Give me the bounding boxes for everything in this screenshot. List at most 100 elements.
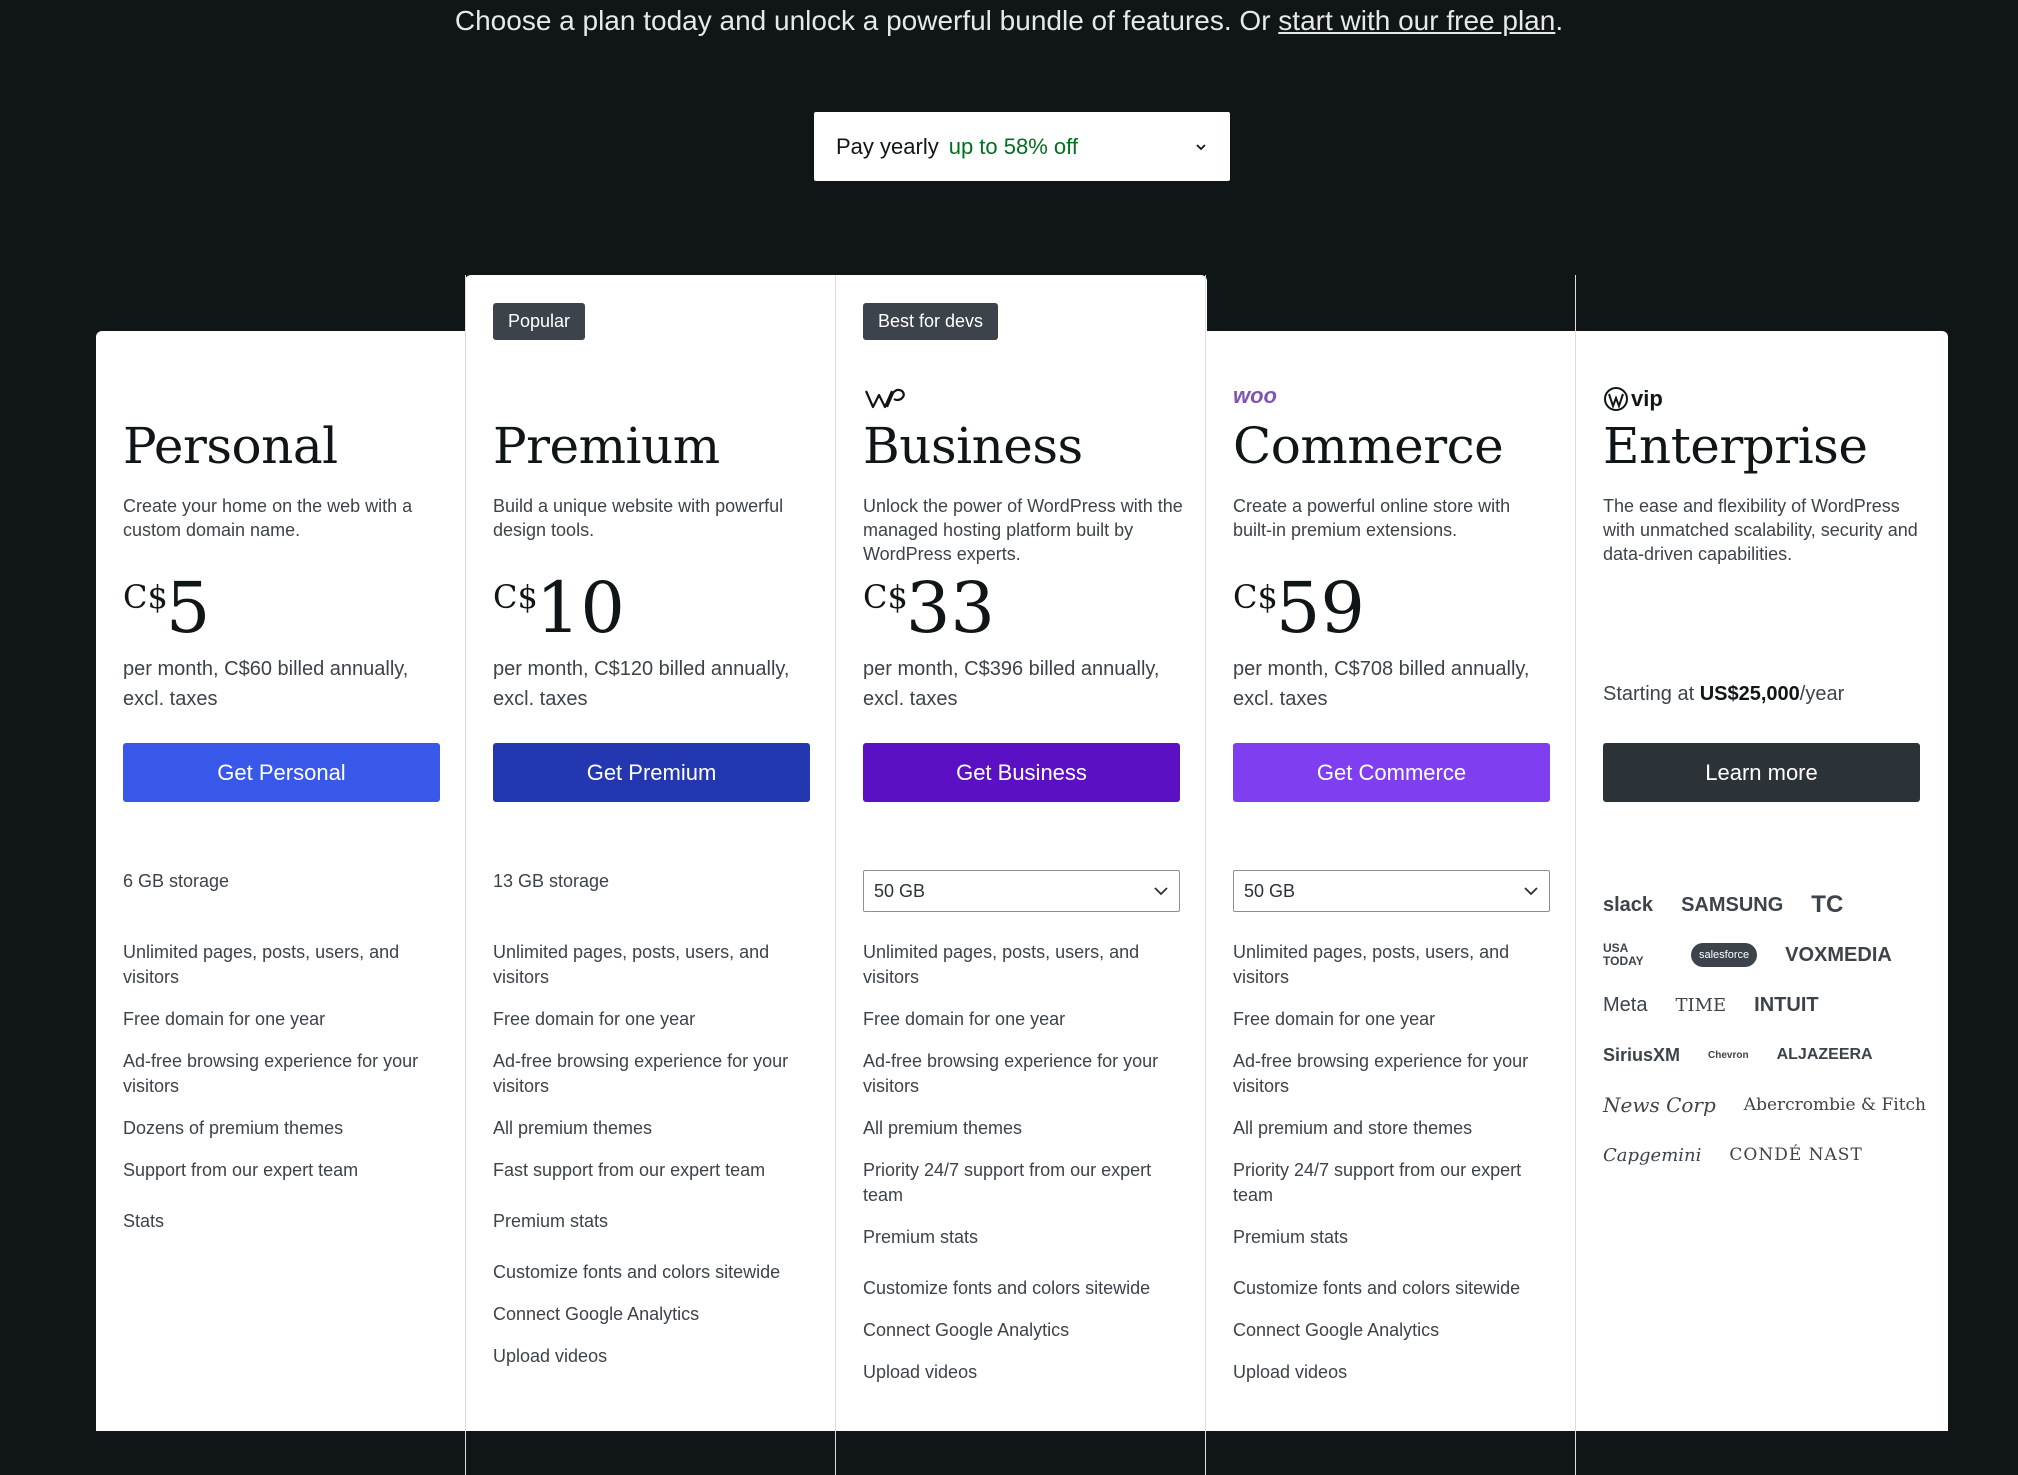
price-currency: C$ bbox=[863, 578, 908, 616]
customer-logos: slack SAMSUNG TC USA TODAY salesforce VO… bbox=[1603, 880, 1926, 1180]
best-for-devs-badge: Best for devs bbox=[863, 303, 999, 340]
billing-note: per month, C$396 billed annually, excl. … bbox=[863, 658, 1160, 710]
list-item: Dozens of premium themes bbox=[123, 1118, 344, 1138]
usa-today-logo: USA TODAY bbox=[1603, 941, 1644, 968]
storage-amount: 6 GB storage bbox=[123, 871, 230, 891]
plan-column-premium: Popular Premium Build a unique website w… bbox=[465, 275, 835, 1475]
plan-description: The ease and flexibility of WordPress wi… bbox=[1603, 496, 1918, 564]
list-item: Upload videos bbox=[1233, 1362, 1348, 1382]
chevron-down-icon bbox=[1524, 887, 1538, 896]
list-item: Free domain for one year bbox=[863, 1009, 1066, 1029]
list-item: Unlimited pages, posts, users, and visit… bbox=[493, 942, 770, 987]
billing-period-select[interactable]: Pay yearly up to 58% off bbox=[814, 112, 1230, 181]
storage-select-value: 50 GB bbox=[1244, 880, 1296, 901]
list-item: Unlimited pages, posts, users, and visit… bbox=[1233, 942, 1510, 987]
feature-list: Unlimited pages, posts, users, and visit… bbox=[123, 940, 443, 1251]
price-amount: 33 bbox=[905, 567, 995, 649]
list-item: Premium stats bbox=[863, 1227, 979, 1247]
plan-column-enterprise: vip Enterprise The ease and flexibility … bbox=[1575, 275, 1945, 1475]
list-item: Upload videos bbox=[863, 1362, 978, 1382]
list-item: Premium stats bbox=[493, 1211, 609, 1231]
plan-column-business: Best for devs Business Unlock the power … bbox=[835, 275, 1205, 1475]
list-item: Free domain for one year bbox=[123, 1009, 326, 1029]
get-commerce-button[interactable]: Get Commerce bbox=[1233, 743, 1550, 802]
billing-note: per month, C$60 billed annually, excl. t… bbox=[123, 658, 409, 710]
price-currency: C$ bbox=[123, 578, 168, 616]
free-plan-link[interactable]: start with our free plan bbox=[1278, 5, 1555, 36]
list-item: All premium themes bbox=[493, 1118, 653, 1138]
plan-name: Personal bbox=[123, 417, 338, 475]
wordpress-logo-icon bbox=[864, 388, 905, 409]
starting-label: Starting at bbox=[1603, 683, 1700, 705]
list-item: Unlimited pages, posts, users, and visit… bbox=[863, 942, 1140, 987]
plan-description: Create your home on the web with a custo… bbox=[123, 496, 413, 540]
list-item: Ad-free browsing experience for your vis… bbox=[863, 1051, 1159, 1096]
chevron-down-icon bbox=[1196, 143, 1206, 150]
list-item: Customize fonts and colors sitewide bbox=[863, 1278, 1151, 1298]
storage-select[interactable]: 50 GB bbox=[1233, 870, 1550, 912]
wordpress-vip-logo: vip bbox=[1603, 385, 1663, 413]
plan-price: C$ 33 bbox=[863, 573, 995, 643]
list-item: Ad-free browsing experience for your vis… bbox=[1233, 1051, 1529, 1096]
slack-logo: slack bbox=[1603, 893, 1654, 916]
list-item: Stats bbox=[123, 1211, 165, 1231]
get-premium-button[interactable]: Get Premium bbox=[493, 743, 810, 802]
billing-label: Pay yearly bbox=[836, 133, 939, 159]
plan-name: Business bbox=[863, 417, 1083, 475]
list-item: Priority 24/7 support from our expert te… bbox=[863, 1160, 1152, 1205]
starting-price: Starting at US$25,000/year bbox=[1603, 683, 1844, 706]
list-item: Premium stats bbox=[1233, 1227, 1349, 1247]
chevron-down-icon bbox=[1154, 887, 1168, 896]
billing-note: per month, C$708 billed annually, excl. … bbox=[1233, 658, 1530, 710]
subtitle-end: . bbox=[1555, 5, 1564, 36]
capgemini-logo: Capgemini bbox=[1603, 1144, 1702, 1166]
plan-column-commerce: woo Commerce Create a powerful online st… bbox=[1205, 275, 1575, 1475]
feature-list: Unlimited pages, posts, users, and visit… bbox=[863, 940, 1183, 1402]
plan-price: C$ 10 bbox=[493, 573, 625, 643]
chevron-logo: Chevron bbox=[1708, 1049, 1749, 1061]
conde-nast-logo: CONDÉ NAST bbox=[1729, 1145, 1863, 1165]
price-amount: 5 bbox=[165, 567, 211, 649]
page-subtitle: Choose a plan today and unlock a powerfu… bbox=[0, 0, 2018, 42]
samsung-logo: SAMSUNG bbox=[1681, 893, 1784, 916]
plan-price: C$ 59 bbox=[1233, 573, 1365, 643]
techcrunch-logo: TC bbox=[1811, 891, 1844, 918]
list-item: Connect Google Analytics bbox=[493, 1304, 700, 1324]
price-currency: C$ bbox=[1233, 578, 1278, 616]
abercrombie-logo: Abercrombie & Fitch bbox=[1743, 1095, 1926, 1115]
list-item: Free domain for one year bbox=[493, 1009, 696, 1029]
meta-logo: Meta bbox=[1603, 993, 1648, 1016]
list-item: Ad-free browsing experience for your vis… bbox=[493, 1051, 789, 1096]
list-item: Support from our expert team bbox=[123, 1160, 359, 1180]
list-item: Connect Google Analytics bbox=[1233, 1320, 1440, 1340]
starting-period: /year bbox=[1799, 683, 1845, 705]
plan-column-personal: Personal Create your home on the web wit… bbox=[96, 275, 466, 1475]
billing-note: per month, C$120 billed annually, excl. … bbox=[493, 658, 790, 710]
list-item: Connect Google Analytics bbox=[863, 1320, 1070, 1340]
learn-more-button[interactable]: Learn more bbox=[1603, 743, 1920, 802]
list-item: Free domain for one year bbox=[1233, 1009, 1436, 1029]
storage-select[interactable]: 50 GB bbox=[863, 870, 1180, 912]
get-business-button[interactable]: Get Business bbox=[863, 743, 1180, 802]
plan-description: Create a powerful online store with buil… bbox=[1233, 496, 1511, 540]
plan-name: Commerce bbox=[1233, 417, 1504, 475]
woo-logo-icon: woo bbox=[1233, 383, 1277, 408]
plan-price: C$ 5 bbox=[123, 573, 210, 643]
siriusxm-logo: SiriusXM bbox=[1603, 1044, 1681, 1065]
billing-discount: up to 58% off bbox=[948, 133, 1078, 159]
list-item: Unlimited pages, posts, users, and visit… bbox=[123, 942, 400, 987]
list-item: Fast support from our expert team bbox=[493, 1160, 766, 1180]
wordpress-icon bbox=[1604, 387, 1628, 411]
get-personal-button[interactable]: Get Personal bbox=[123, 743, 440, 802]
price-amount: 59 bbox=[1275, 567, 1365, 649]
list-item: Customize fonts and colors sitewide bbox=[1233, 1278, 1521, 1298]
aljazeera-logo: ALJAZEERA bbox=[1776, 1046, 1873, 1063]
vip-logo-text: vip bbox=[1631, 386, 1663, 411]
feature-list: Unlimited pages, posts, users, and visit… bbox=[1233, 940, 1553, 1402]
salesforce-logo: salesforce bbox=[1691, 943, 1758, 967]
news-corp-logo: News Corp bbox=[1603, 1093, 1716, 1117]
plan-description: Build a unique website with powerful des… bbox=[493, 496, 784, 540]
list-item: Priority 24/7 support from our expert te… bbox=[1233, 1160, 1522, 1205]
list-item: Customize fonts and colors sitewide bbox=[493, 1262, 781, 1282]
list-item: All premium themes bbox=[863, 1118, 1023, 1138]
